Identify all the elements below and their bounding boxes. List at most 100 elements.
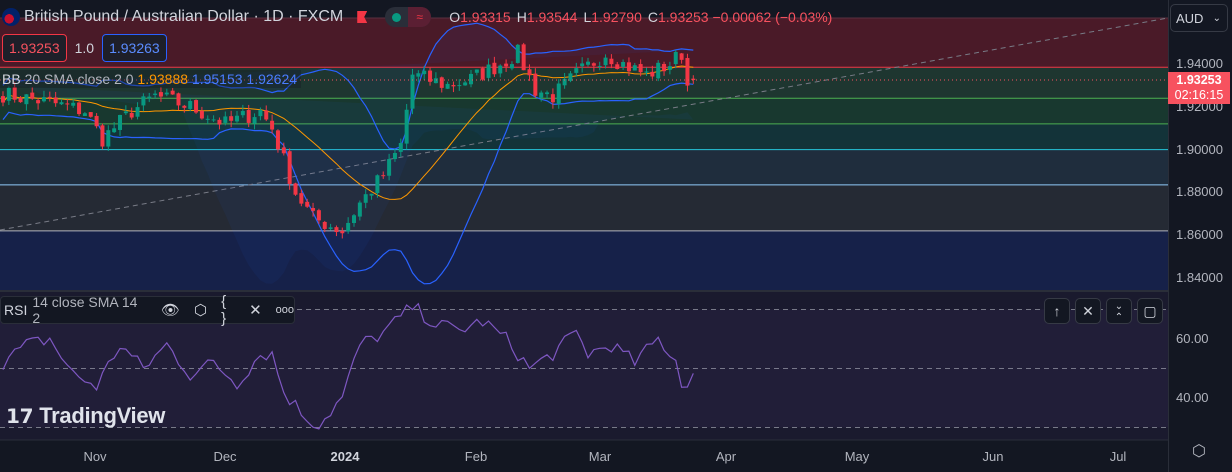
move-pane-up-button[interactable]: ↑ xyxy=(1044,298,1070,324)
candle-body xyxy=(445,83,450,89)
candle-body xyxy=(480,68,485,80)
tradingview-logo-icon: 𝟭𝟳 xyxy=(6,406,34,428)
candle-body xyxy=(305,201,310,207)
last-price-value: 1.93253 xyxy=(1176,73,1222,87)
candle-body xyxy=(398,143,403,152)
candle-body xyxy=(170,90,175,95)
market-open-icon xyxy=(392,12,402,22)
candle-body xyxy=(328,227,333,229)
candle-body xyxy=(217,119,222,125)
collapse-pane-button[interactable]: ⌄ ⌃ xyxy=(1106,298,1132,324)
rsi-legend[interactable]: RSI 14 close SMA 14 2 👁 ⬡ { } ✕ ooo xyxy=(0,293,295,327)
candle-body xyxy=(556,83,561,104)
currency-label: AUD xyxy=(1176,11,1204,26)
currency-select[interactable]: AUD ⌄ xyxy=(1170,4,1228,32)
time-tick: Nov xyxy=(83,449,107,464)
candle-body xyxy=(381,175,386,177)
candle-body xyxy=(30,92,35,99)
fib-band xyxy=(0,149,1168,185)
flag-icon[interactable] xyxy=(357,11,368,23)
candle-body xyxy=(199,110,204,119)
rsi-band xyxy=(0,309,1168,428)
candle-body xyxy=(88,112,93,117)
candle-body xyxy=(404,109,409,144)
candle-body xyxy=(369,193,374,196)
bb-params: 20 SMA close 2 0 xyxy=(24,71,134,87)
candle-body xyxy=(135,107,140,117)
eye-icon[interactable]: 👁 xyxy=(161,301,180,319)
source-code-icon[interactable]: { } xyxy=(221,293,235,327)
candle-body xyxy=(626,62,631,72)
candle-body xyxy=(591,63,596,66)
candle-body xyxy=(469,73,473,85)
sell-price-button[interactable]: 1.93253 xyxy=(2,34,67,62)
candle-body xyxy=(574,68,579,73)
candle-body xyxy=(106,130,111,147)
candle-body xyxy=(463,82,468,86)
candle-body xyxy=(504,63,509,67)
candle-body xyxy=(597,65,602,67)
candle-body xyxy=(158,92,163,97)
candle-body xyxy=(275,130,280,150)
bar-countdown: 02:16:15 xyxy=(1174,88,1224,102)
more-icon[interactable]: ooo xyxy=(276,304,294,316)
bb-upper-value: 1.95153 xyxy=(191,71,243,87)
candle-body xyxy=(129,112,134,118)
candle-body xyxy=(211,119,216,121)
price-tick: 1.88000 xyxy=(1176,184,1223,200)
candle-body xyxy=(650,71,655,77)
last-price-label: 1.93253 02:16:15 xyxy=(1168,72,1230,104)
ohlc-value: 1.93253 −0.00062 (−0.03%) xyxy=(657,9,833,25)
candle-body xyxy=(521,44,526,71)
candle-body xyxy=(392,152,397,160)
candle-body xyxy=(147,96,152,99)
candle-body xyxy=(18,97,23,103)
candle-body xyxy=(24,94,29,105)
candle-body xyxy=(568,73,573,81)
rsi-name: RSI xyxy=(4,302,28,318)
time-tick: Mar xyxy=(588,449,612,464)
candle-body xyxy=(182,105,187,108)
candle-body xyxy=(258,110,263,117)
candle-body xyxy=(270,120,275,130)
settings-icon[interactable]: ⬡ xyxy=(194,301,207,319)
candle-body xyxy=(82,113,87,116)
candle-body xyxy=(375,175,380,194)
bb-name: BB xyxy=(2,71,21,87)
chart-settings-icon[interactable]: ⬡ xyxy=(1192,441,1206,461)
symbol-title[interactable]: British Pound / Australian Dollar · 1D ·… xyxy=(24,8,343,26)
candle-body xyxy=(656,62,661,79)
time-tick: 2024 xyxy=(330,449,360,464)
candle-body xyxy=(252,117,257,124)
gbp-aud-flag-icon xyxy=(2,8,20,26)
candle-body xyxy=(509,64,514,69)
bb-legend[interactable]: BB 20 SMA close 2 0 1.93888 1.95153 1.92… xyxy=(0,70,302,88)
candle-body xyxy=(667,66,672,70)
replay-icon: ≈ xyxy=(408,7,432,27)
maximize-pane-button[interactable]: ▢ xyxy=(1137,298,1163,324)
candle-body xyxy=(662,63,667,72)
quote-boxes: 1.93253 1.0 1.93263 xyxy=(2,34,167,62)
candle-body xyxy=(246,110,251,123)
candle-body xyxy=(123,111,128,114)
candle-body xyxy=(515,44,520,63)
candle-body xyxy=(41,97,46,102)
close-pane-button[interactable]: ✕ xyxy=(1075,298,1101,324)
candle-body xyxy=(311,207,316,211)
ohlc-value: 1.93544 xyxy=(526,9,578,25)
symbol-header: British Pound / Australian Dollar · 1D ·… xyxy=(0,5,838,29)
candle-body xyxy=(53,97,58,104)
candle-body xyxy=(229,116,234,121)
price-tick: 1.94000 xyxy=(1176,56,1223,71)
chevron-down-icon: ⌄ xyxy=(1212,13,1221,24)
close-icon[interactable]: ✕ xyxy=(249,301,262,319)
candle-body xyxy=(100,125,105,147)
candle-body xyxy=(644,71,649,73)
candle-body xyxy=(527,69,532,76)
candle-body xyxy=(632,65,637,71)
candle-body xyxy=(679,53,684,60)
candle-body xyxy=(498,65,503,74)
market-status-pill[interactable]: ≈ xyxy=(385,7,432,27)
buy-price-button[interactable]: 1.93263 xyxy=(102,34,167,62)
candle-body xyxy=(264,110,269,120)
